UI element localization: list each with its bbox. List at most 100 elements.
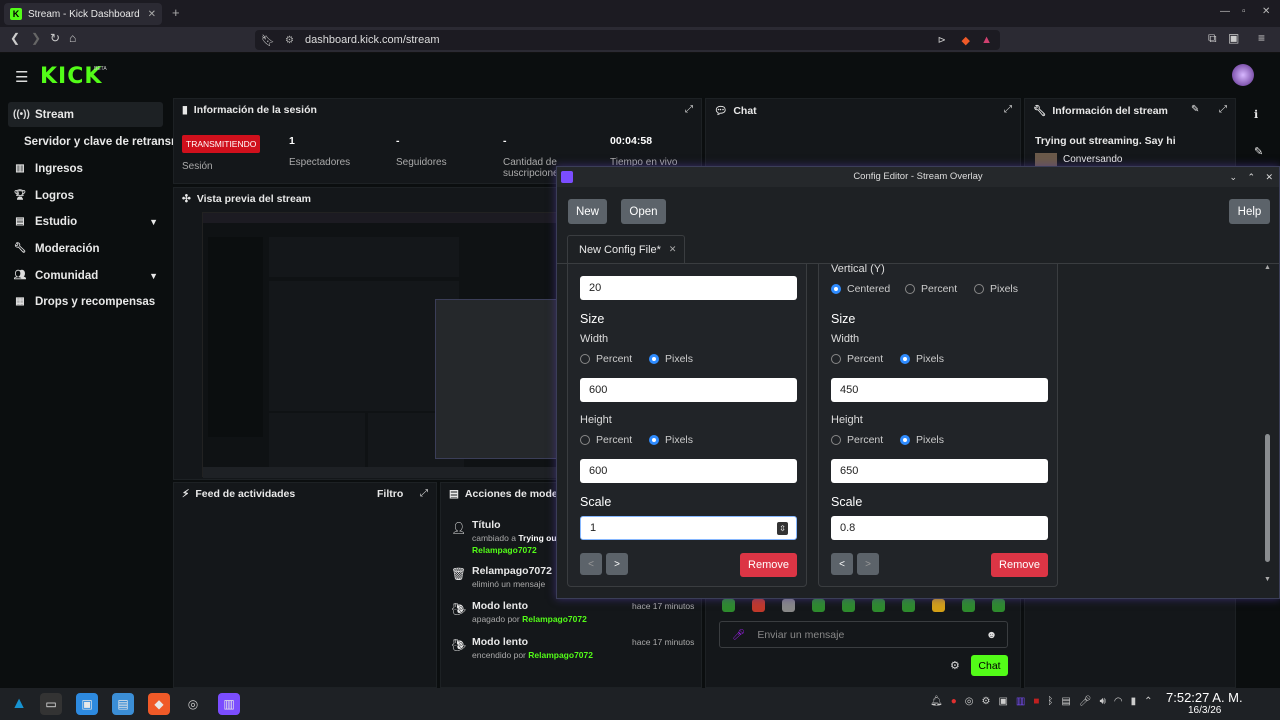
help-button[interactable]: Help — [1229, 199, 1270, 224]
expand-icon[interactable]: ⤢ — [420, 488, 428, 499]
emoji-icon[interactable]: ☻ — [986, 629, 997, 641]
chevron-down-icon[interactable]: ⌄ — [1229, 167, 1237, 187]
scroll-up-icon[interactable]: ▲ — [1264, 264, 1271, 271]
sidebar-item-moderacion[interactable]: 🔧︎ Moderación — [8, 236, 163, 261]
brave-icon[interactable]: ◆ — [148, 693, 170, 715]
wallet-icon[interactable]: ▣ — [1228, 31, 1239, 45]
emote[interactable] — [812, 599, 825, 612]
forward-icon[interactable]: ❯ — [31, 31, 41, 45]
mod-item-user[interactable]: Relampago7072 — [528, 650, 593, 660]
close-tab-icon[interactable]: ✕ — [669, 244, 677, 255]
microphone-icon[interactable]: 🎤︎ — [1079, 696, 1092, 707]
sidebar-item-drops[interactable]: ▦ Drops y recompensas — [8, 289, 163, 314]
mod-item-user[interactable]: Relampago7072 — [472, 545, 537, 555]
height-input[interactable]: 650 — [831, 459, 1048, 483]
microphone-icon[interactable]: 🎤︎ — [732, 628, 745, 641]
bluetooth-icon[interactable]: ᛒ — [1047, 696, 1053, 707]
dialog-titlebar[interactable]: Config Editor - Stream Overlay ⌄ ⌃ ✕ — [557, 167, 1279, 187]
pencil-icon[interactable]: ✎ — [1254, 145, 1263, 158]
site-info-icon[interactable]: ⚙ — [285, 35, 294, 46]
clock-date[interactable]: 16/3/26 — [1188, 705, 1221, 716]
app-tray-icon[interactable]: ■ — [1033, 696, 1039, 707]
next-button[interactable]: > — [606, 553, 628, 575]
browser-tab[interactable]: K Stream - Kick Dashboard ✕ — [4, 3, 162, 25]
expand-icon[interactable]: ⤢ — [1004, 104, 1012, 115]
share-icon[interactable]: ⊳ — [938, 35, 946, 46]
sidebar-item-comunidad[interactable]: 👥︎ Comunidad ▼ — [8, 263, 163, 288]
edit-icon[interactable]: ✎ — [1191, 104, 1199, 115]
height-percent-radio[interactable]: Percent — [831, 434, 883, 446]
vertical-pixels-radio[interactable]: Pixels — [974, 283, 1018, 295]
folder-icon[interactable]: ▤ — [112, 693, 134, 715]
bookmark-icon[interactable]: 🔖︎ — [261, 34, 275, 47]
expand-icon[interactable]: ⤢ — [1219, 104, 1227, 115]
chat-settings-icon[interactable]: ⚙ — [950, 659, 960, 672]
menu-icon[interactable]: ≡ — [1258, 31, 1265, 45]
width-percent-radio[interactable]: Percent — [831, 353, 883, 365]
emote[interactable] — [872, 599, 885, 612]
width-pixels-radio[interactable]: Pixels — [649, 353, 693, 365]
close-tab-icon[interactable]: ✕ — [148, 9, 156, 20]
height-percent-radio[interactable]: Percent — [580, 434, 632, 446]
scale-input[interactable]: 0.8 — [831, 516, 1048, 540]
remove-button[interactable]: Remove — [740, 553, 797, 577]
previous-button[interactable]: < — [580, 553, 602, 575]
bell-icon[interactable]: 🔔︎ — [930, 696, 943, 707]
emote[interactable] — [992, 599, 1005, 612]
mod-item-user[interactable]: Relampago7072 — [522, 614, 587, 624]
next-button[interactable]: > — [857, 553, 879, 575]
close-icon[interactable]: ✕ — [1265, 167, 1273, 187]
chat-input[interactable]: 🎤︎ Enviar un mensaje ☻ — [719, 621, 1008, 648]
filter-button[interactable]: Filtro — [377, 488, 403, 500]
back-icon[interactable]: ❮ — [10, 31, 20, 45]
extensions-icon[interactable]: ⧉ — [1208, 31, 1217, 46]
width-percent-radio[interactable]: Percent — [580, 353, 632, 365]
steam-icon[interactable]: ⚙ — [981, 696, 990, 707]
clock-time[interactable]: 7:52:27 A. M. — [1166, 690, 1243, 705]
sidebar-item-ingresos[interactable]: ▥ Ingresos — [8, 156, 163, 181]
obs-tray-icon[interactable]: ◎ — [965, 696, 974, 707]
sidebar-item-server-key[interactable]: Servidor y clave de retransm — [8, 129, 173, 154]
emote[interactable] — [722, 599, 735, 612]
hamburger-menu-icon[interactable]: ☰ — [15, 68, 28, 86]
emote[interactable] — [902, 599, 915, 612]
height-pixels-radio[interactable]: Pixels — [900, 434, 944, 446]
overlay-app-icon[interactable]: ▥ — [218, 693, 240, 715]
battery-icon[interactable]: ▮ — [1131, 696, 1137, 707]
chat-send-button[interactable]: Chat — [971, 655, 1008, 676]
discord-icon[interactable]: ▣ — [998, 696, 1007, 707]
vertical-percent-radio[interactable]: Percent — [905, 283, 957, 295]
rewards-icon[interactable]: ▲ — [981, 34, 992, 46]
scrollbar[interactable]: ▲ ▼ — [1264, 264, 1271, 586]
sidebar-item-logros[interactable]: 🏆︎ Logros — [8, 183, 163, 208]
overlay-tray-icon[interactable]: ▥ — [1016, 696, 1025, 707]
open-button[interactable]: Open — [621, 199, 666, 224]
terminal-icon[interactable]: ▭ — [40, 693, 62, 715]
vertical-centered-radio[interactable]: Centered — [831, 283, 890, 295]
brave-shield-icon[interactable]: ◆ — [962, 34, 970, 47]
info-icon[interactable]: ℹ — [1254, 108, 1258, 121]
wifi-icon[interactable]: ◠ — [1114, 696, 1123, 707]
home-icon[interactable]: ⌂ — [69, 31, 76, 45]
record-icon[interactable]: ● — [951, 696, 957, 707]
height-input[interactable]: 600 — [580, 459, 797, 483]
volume-icon[interactable]: 🔊︎ — [1100, 696, 1106, 707]
emote[interactable] — [752, 599, 765, 612]
arch-launcher-icon[interactable]: ▲ — [8, 693, 30, 715]
previous-button[interactable]: < — [831, 553, 853, 575]
tray-expand-icon[interactable]: ⌃ — [1144, 696, 1152, 707]
emote[interactable] — [782, 599, 795, 612]
spinner-icon[interactable]: ⇳ — [777, 521, 788, 535]
clipboard-icon[interactable]: ▤ — [1061, 696, 1070, 707]
config-file-tab[interactable]: New Config File* ✕ — [567, 235, 685, 263]
expand-icon[interactable]: ⤢ — [685, 104, 693, 115]
chevron-up-icon[interactable]: ⌃ — [1247, 167, 1255, 187]
sidebar-item-estudio[interactable]: ▤ Estudio ▼ — [8, 209, 163, 234]
scrollbar-thumb[interactable] — [1265, 434, 1270, 562]
remove-button[interactable]: Remove — [991, 553, 1048, 577]
position-input[interactable]: 20 — [580, 276, 797, 300]
minimize-icon[interactable]: — — [1220, 6, 1230, 17]
obs-icon[interactable]: ◎ — [182, 693, 204, 715]
close-window-icon[interactable]: ✕ — [1262, 6, 1270, 17]
maximize-icon[interactable]: ▫ — [1242, 6, 1246, 17]
